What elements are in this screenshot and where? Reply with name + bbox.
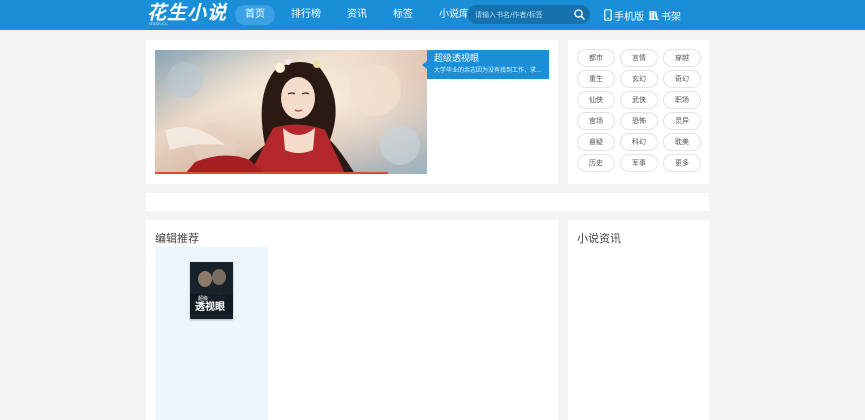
nav-item-ranking[interactable]: 排行榜 <box>281 5 331 25</box>
section-title-news: 小说资讯 <box>577 232 621 245</box>
spacer-panel <box>146 193 709 211</box>
bookshelf-label: 书架 <box>661 11 681 23</box>
tag-item[interactable]: 科幻 <box>620 133 658 151</box>
tag-item[interactable]: 历史 <box>577 154 615 172</box>
nav-item-news[interactable]: 资讯 <box>337 5 377 25</box>
tag-more[interactable]: 更多 <box>663 154 701 172</box>
tag-item[interactable]: 耽美 <box>663 133 701 151</box>
tag-item[interactable]: 仙侠 <box>577 91 615 109</box>
book-cover[interactable]: 超级 透视眼 <box>190 262 233 319</box>
tag-item[interactable]: 奇幻 <box>663 70 701 88</box>
mobile-link[interactable]: 手机版 <box>604 8 644 23</box>
search-input[interactable] <box>475 8 570 21</box>
tag-item[interactable]: 军事 <box>620 154 658 172</box>
banner-caption[interactable]: 超级透视眼 大学毕业的余志因为没有找到工作，求... <box>422 50 549 79</box>
site-logo[interactable]: 花生小说 HSXS.CC <box>147 2 227 28</box>
banner-panel: 超级透视眼 大学毕业的余志因为没有找到工作，求... <box>146 40 558 184</box>
news-panel: 小说资讯 <box>568 220 709 420</box>
tag-item[interactable]: 职场 <box>663 91 701 109</box>
book-card[interactable]: 超级 透视眼 <box>155 247 268 420</box>
bookshelf-link[interactable]: 书架 <box>649 8 681 23</box>
tag-item[interactable]: 玄幻 <box>620 70 658 88</box>
cover-title-text: 透视眼 <box>195 300 225 313</box>
mobile-label: 手机版 <box>614 11 644 23</box>
main-nav: 首页 排行榜 资讯 标签 小说库 <box>235 5 485 25</box>
section-title-recommend: 编辑推荐 <box>155 232 199 245</box>
tag-item[interactable]: 言情 <box>620 49 658 67</box>
banner-description: 大学毕业的余志因为没有找到工作，求... <box>434 67 542 74</box>
tag-item[interactable]: 恐怖 <box>620 112 658 130</box>
tag-item[interactable]: 穿越 <box>663 49 701 67</box>
search-box <box>467 5 590 24</box>
tag-item[interactable]: 重生 <box>577 70 615 88</box>
banner-progress <box>155 172 388 174</box>
mobile-icon <box>604 9 612 21</box>
cover-top-text: 超级 <box>198 295 208 302</box>
logo-subtext: HSXS.CC <box>149 21 169 26</box>
banner-title: 超级透视眼 <box>434 54 480 64</box>
tags-panel: 都市 言情 穿越 重生 玄幻 奇幻 仙侠 武侠 职场 官场 恐怖 灵异 悬疑 科… <box>568 40 709 184</box>
tag-item[interactable]: 官场 <box>577 112 615 130</box>
search-icon[interactable] <box>573 8 586 21</box>
tag-item[interactable]: 灵异 <box>663 112 701 130</box>
banner-image[interactable] <box>155 50 427 174</box>
top-header: 花生小说 HSXS.CC 首页 排行榜 资讯 标签 小说库 手机版 书架 <box>0 0 865 30</box>
tag-item[interactable]: 武侠 <box>620 91 658 109</box>
editor-recommend-panel: 编辑推荐 超级 透视眼 <box>146 220 558 420</box>
tag-list: 都市 言情 穿越 重生 玄幻 奇幻 仙侠 武侠 职场 官场 恐怖 灵异 悬疑 科… <box>577 49 703 172</box>
tag-item[interactable]: 都市 <box>577 49 615 67</box>
nav-item-tags[interactable]: 标签 <box>383 5 423 25</box>
nav-item-home[interactable]: 首页 <box>235 5 275 25</box>
tag-item[interactable]: 悬疑 <box>577 133 615 151</box>
bookshelf-icon <box>649 11 659 20</box>
